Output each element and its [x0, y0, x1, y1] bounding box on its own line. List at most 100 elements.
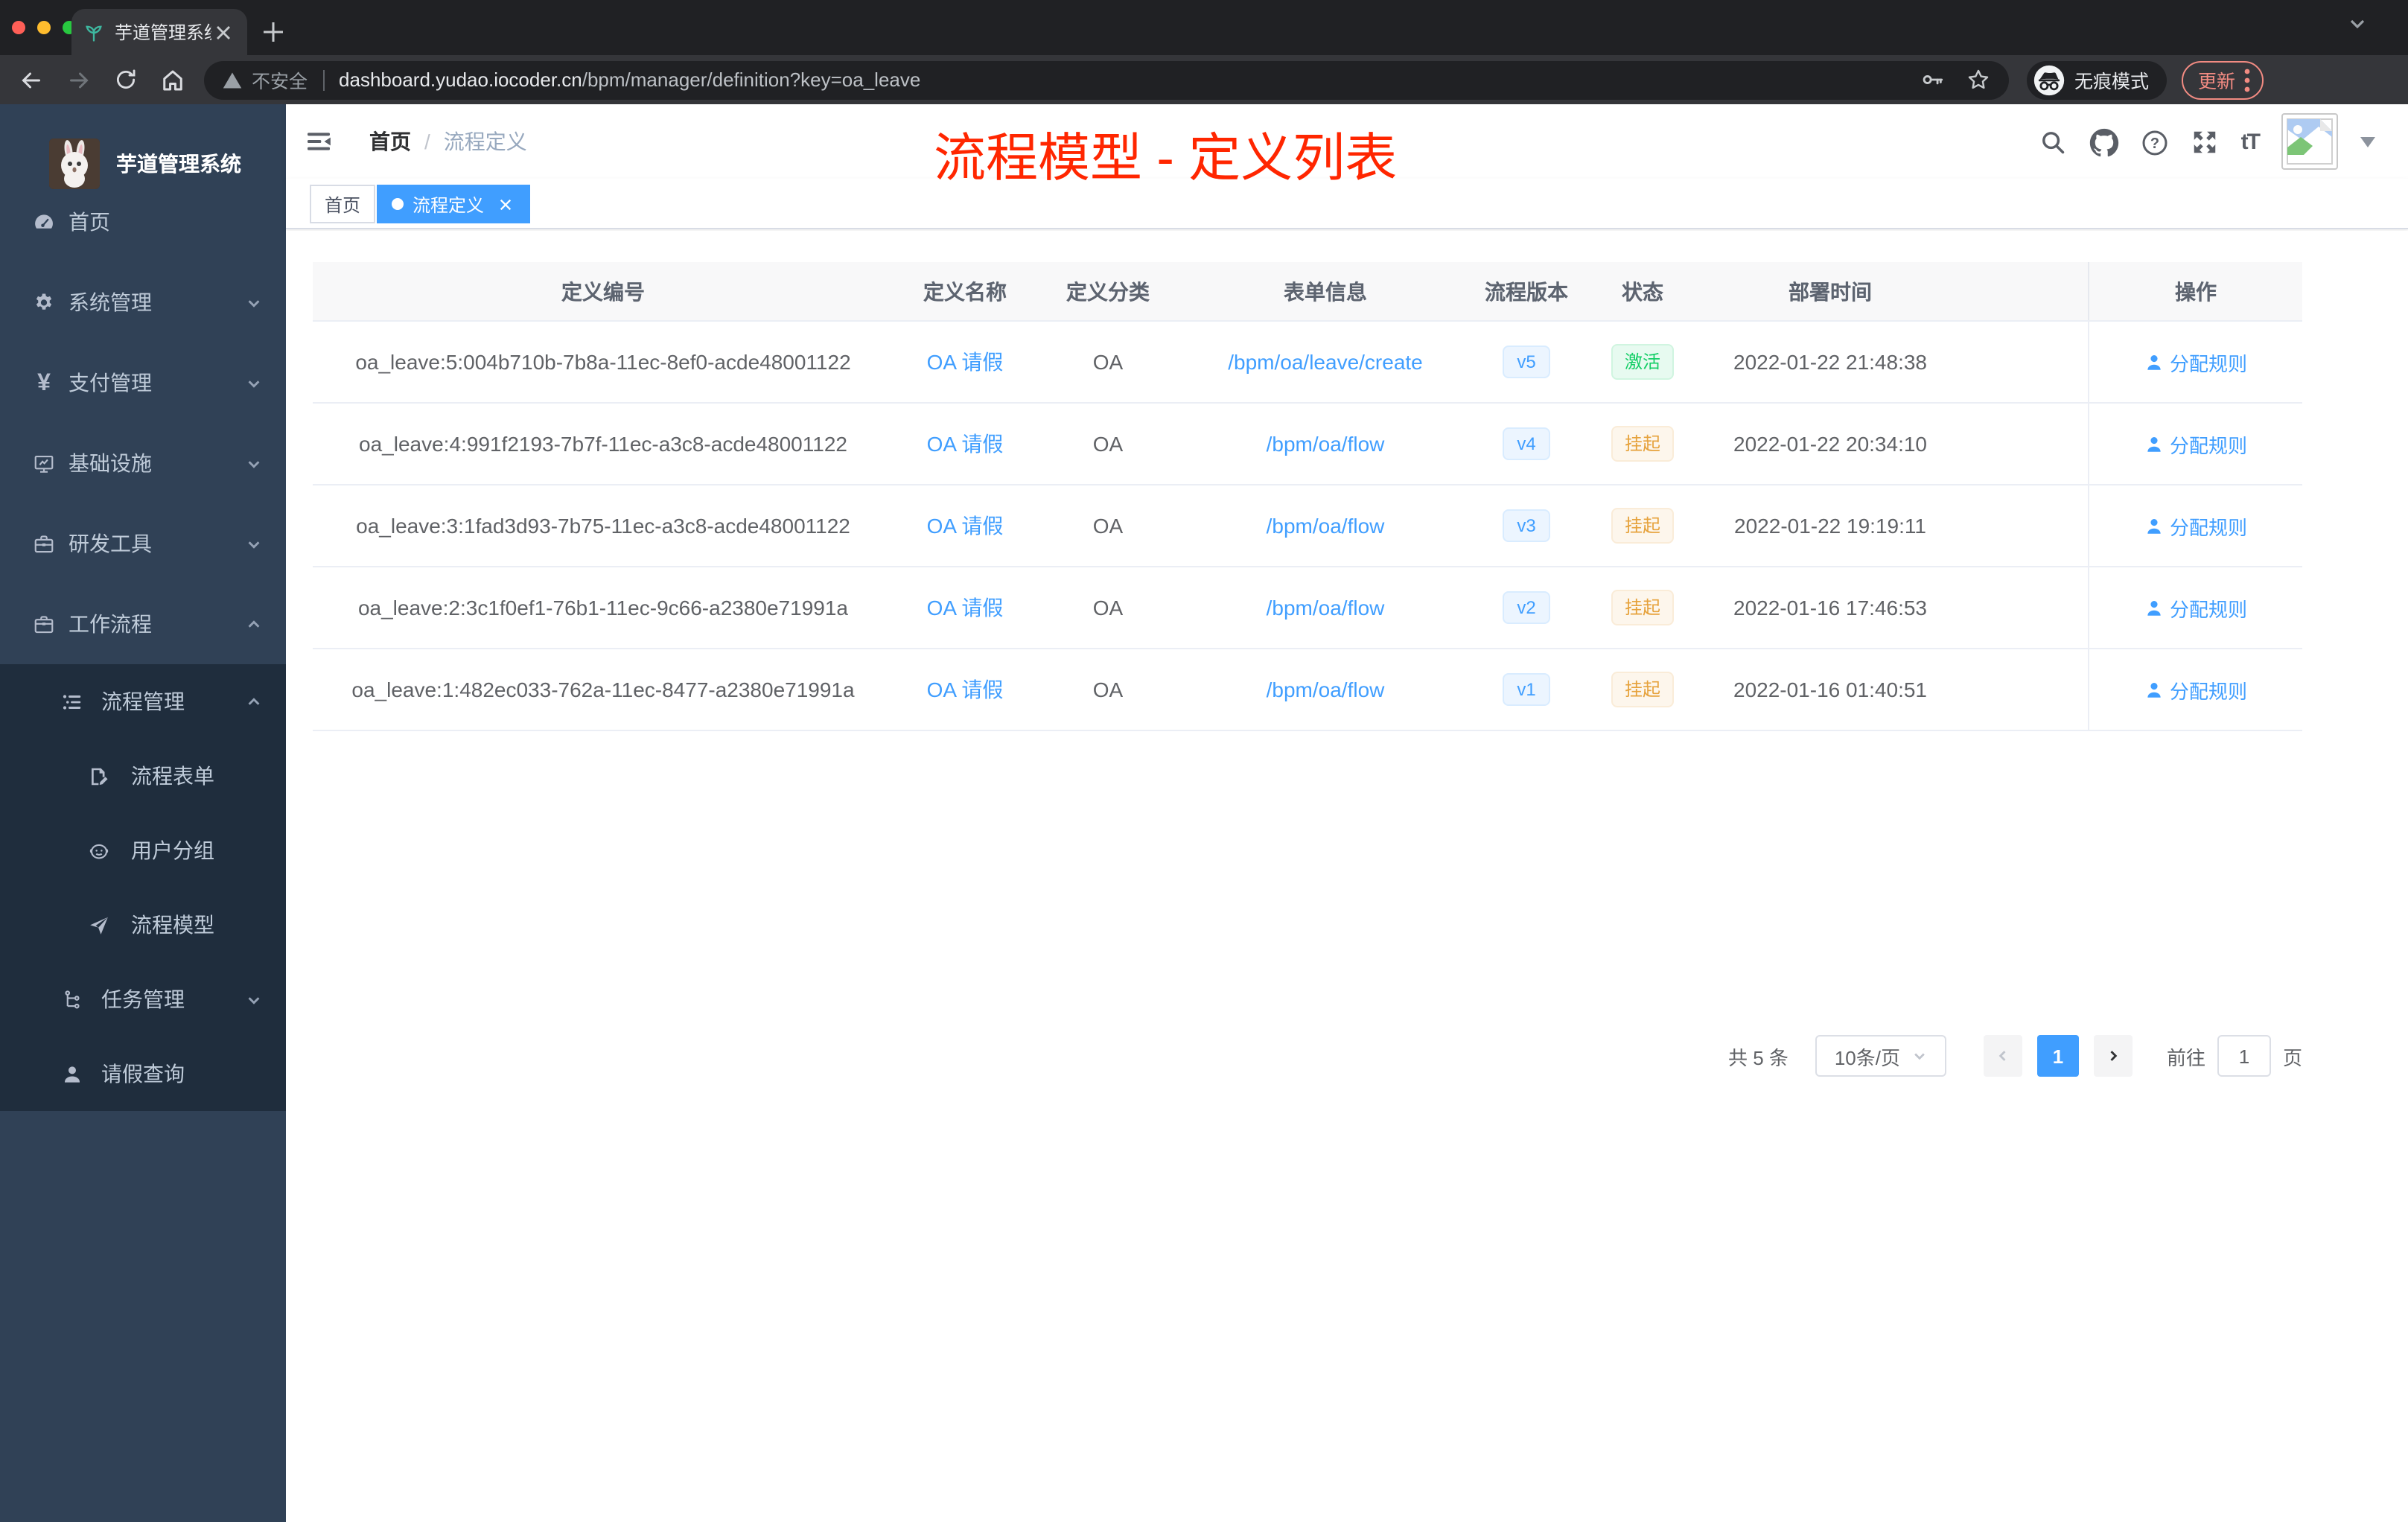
assign-rule-link[interactable]: 分配规则: [2144, 593, 2247, 622]
breadcrumb-home[interactable]: 首页: [369, 127, 411, 156]
definition-table: 定义编号 定义名称 定义分类 表单信息 流程版本 状态 部署时间 操作 oa_l…: [313, 262, 2302, 731]
form-link[interactable]: /bpm/oa/flow: [1267, 514, 1385, 538]
person-icon: [2147, 518, 2161, 533]
close-window-button[interactable]: [12, 21, 25, 34]
url-domain[interactable]: dashboard.yudao.iocoder.cn: [339, 69, 582, 91]
font-size-icon[interactable]: tT: [2241, 129, 2261, 154]
form-link[interactable]: /bpm/oa/flow: [1267, 432, 1385, 456]
assign-rule-link[interactable]: 分配规则: [2144, 512, 2247, 540]
person-icon: [2147, 682, 2161, 697]
reload-icon[interactable]: [113, 67, 138, 92]
deploy-time: 2022-01-22 20:34:10: [1733, 432, 1927, 456]
fullscreen-icon[interactable]: [2191, 127, 2219, 156]
security-warning-icon[interactable]: [222, 69, 243, 90]
sidebar-item-infrastructure[interactable]: 基础设施: [0, 423, 286, 503]
github-icon[interactable]: [2089, 127, 2118, 156]
browser-tab-strip: 芋道管理系统: [0, 0, 2408, 55]
browser-menu-update-button[interactable]: 更新: [2182, 60, 2264, 99]
sidebar-item-devtools[interactable]: 研发工具: [0, 503, 286, 584]
sidebar-item-user-group[interactable]: 用户分组: [0, 813, 286, 888]
sidebar-item-label: 基础设施: [69, 451, 152, 475]
minimize-window-button[interactable]: [37, 21, 51, 34]
assign-rule-link[interactable]: 分配规则: [2144, 348, 2247, 376]
definition-id: oa_leave:5:004b710b-7b8a-11ec-8ef0-acde4…: [355, 350, 851, 374]
sidebar-item-process-management[interactable]: 流程管理: [0, 664, 286, 739]
table-row: oa_leave:3:1fad3d93-7b75-11ec-a3c8-acde4…: [313, 485, 2302, 567]
help-icon[interactable]: ?: [2140, 127, 2168, 156]
page-number-current[interactable]: 1: [2036, 1035, 2079, 1077]
tag-home[interactable]: 首页: [310, 185, 376, 223]
new-tab-button[interactable]: [256, 15, 289, 48]
sidebar-item-leave-query[interactable]: 请假查询: [0, 1037, 286, 1111]
tab-close-icon[interactable]: [211, 20, 235, 44]
sidebar-item-label: 用户分组: [131, 838, 214, 862]
main-content: 定义编号 定义名称 定义分类 表单信息 流程版本 状态 部署时间 操作 oa_l…: [286, 231, 2408, 1522]
tag-process-definition[interactable]: 流程定义: [377, 185, 531, 223]
form-link[interactable]: /bpm/oa/flow: [1267, 596, 1385, 620]
forward-icon[interactable]: [66, 66, 92, 93]
sidebar-item-label: 请假查询: [101, 1062, 185, 1086]
tool-case-icon: [33, 532, 55, 555]
form-link[interactable]: /bpm/oa/flow: [1267, 678, 1385, 701]
definition-name-link[interactable]: OA 请假: [927, 429, 1004, 459]
next-page-button[interactable]: [2093, 1035, 2133, 1077]
back-icon[interactable]: [18, 66, 45, 93]
version-badge: v4: [1502, 427, 1551, 460]
definition-name-link[interactable]: OA 请假: [927, 593, 1004, 623]
definition-category: OA: [1092, 596, 1124, 620]
tree-list-icon: [61, 690, 83, 713]
definition-name-link[interactable]: OA 请假: [927, 347, 1004, 377]
workflow-submenu: 流程管理 流程表单 用户分组 流程模型 任务管理 请假查询: [0, 664, 286, 1111]
hamburger-icon[interactable]: [304, 127, 334, 156]
password-key-icon[interactable]: [1920, 67, 1945, 92]
active-dot: [392, 198, 404, 210]
person-icon: [2147, 600, 2161, 615]
deploy-time: 2022-01-16 01:40:51: [1733, 678, 1927, 701]
page-size-select[interactable]: 10条/页: [1815, 1035, 1946, 1077]
status-badge: 挂起: [1611, 426, 1674, 462]
sidebar-item-home[interactable]: 首页: [0, 182, 286, 262]
column-header: 定义分类: [1066, 279, 1150, 303]
tag-label: 流程定义: [413, 194, 485, 215]
definition-id: oa_leave:1:482ec033-762a-11ec-8477-a2380…: [351, 678, 855, 701]
assign-rule-link[interactable]: 分配规则: [2144, 430, 2247, 458]
sidebar-item-process-model[interactable]: 流程模型: [0, 888, 286, 962]
version-badge: v1: [1502, 673, 1551, 706]
tree-icon: [61, 988, 83, 1010]
svg-text:?: ?: [2150, 135, 2159, 151]
sidebar-item-workflow[interactable]: 工作流程: [0, 584, 286, 664]
security-label[interactable]: 不安全: [252, 66, 308, 94]
status-badge: 激活: [1611, 344, 1674, 380]
search-icon[interactable]: [2039, 127, 2067, 156]
breadcrumb: 首页 / 流程定义: [369, 104, 527, 179]
avatar[interactable]: [2281, 113, 2338, 170]
tab-search-icon[interactable]: [2348, 15, 2366, 33]
caret-down-icon[interactable]: [2360, 136, 2375, 147]
home-icon[interactable]: [159, 66, 186, 93]
sidebar-item-process-form[interactable]: 流程表单: [0, 739, 286, 813]
address-bar[interactable]: 不安全 dashboard.yudao.iocoder.cn/bpm/manag…: [204, 60, 2009, 99]
sidebar-item-label: 流程管理: [101, 690, 185, 713]
browser-tab[interactable]: 芋道管理系统: [71, 9, 247, 55]
briefcase-icon: [33, 613, 55, 635]
dashboard-icon: [33, 211, 55, 233]
prev-page-button[interactable]: [1983, 1035, 2022, 1077]
form-link[interactable]: /bpm/oa/leave/create: [1228, 350, 1423, 374]
definition-name-link[interactable]: OA 请假: [927, 511, 1004, 541]
bookmark-star-icon[interactable]: [1966, 67, 1991, 92]
definition-category: OA: [1092, 514, 1124, 538]
sidebar-item-system[interactable]: 系统管理: [0, 262, 286, 343]
definition-category: OA: [1092, 432, 1124, 456]
assign-rule-link[interactable]: 分配规则: [2144, 675, 2247, 704]
column-header: 表单信息: [1284, 279, 1367, 303]
definition-id: oa_leave:4:991f2193-7b7f-11ec-a3c8-acde4…: [359, 432, 847, 456]
sidebar-item-payment[interactable]: ¥ 支付管理: [0, 343, 286, 423]
column-header: 流程版本: [1485, 279, 1568, 303]
url-path[interactable]: /bpm/manager/definition?key=oa_leave: [582, 69, 921, 91]
sidebar-item-label: 任务管理: [101, 987, 185, 1011]
tag-close-icon[interactable]: [494, 194, 515, 214]
definition-name-link[interactable]: OA 请假: [927, 675, 1004, 704]
version-badge: v2: [1502, 591, 1551, 624]
goto-page-input[interactable]: [2217, 1035, 2271, 1077]
sidebar-item-task-management[interactable]: 任务管理: [0, 962, 286, 1037]
